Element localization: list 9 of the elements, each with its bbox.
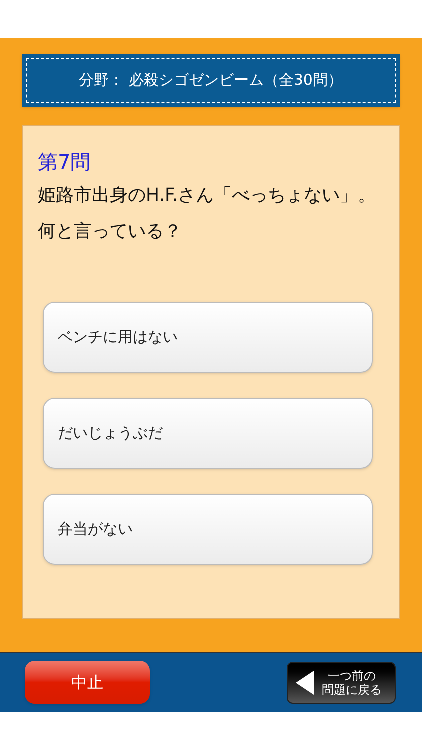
back-button[interactable]: 一つ前の 問題に戻る — [287, 662, 396, 704]
category-title: 分野： 必殺シゴゼンビーム（全30問） — [79, 70, 343, 92]
quit-button[interactable]: 中止 — [25, 661, 150, 704]
answer-button[interactable]: だいじょうぶだ — [43, 398, 373, 469]
answer-button[interactable]: ベンチに用はない — [43, 302, 373, 373]
question-text: 姫路市出身のH.F.さん「べっちょない」。何と言っている？ — [38, 184, 378, 244]
answer-button[interactable]: 弁当がない — [43, 494, 373, 565]
left-triangle-icon — [296, 670, 314, 694]
question-number: 第7問 — [38, 149, 91, 176]
